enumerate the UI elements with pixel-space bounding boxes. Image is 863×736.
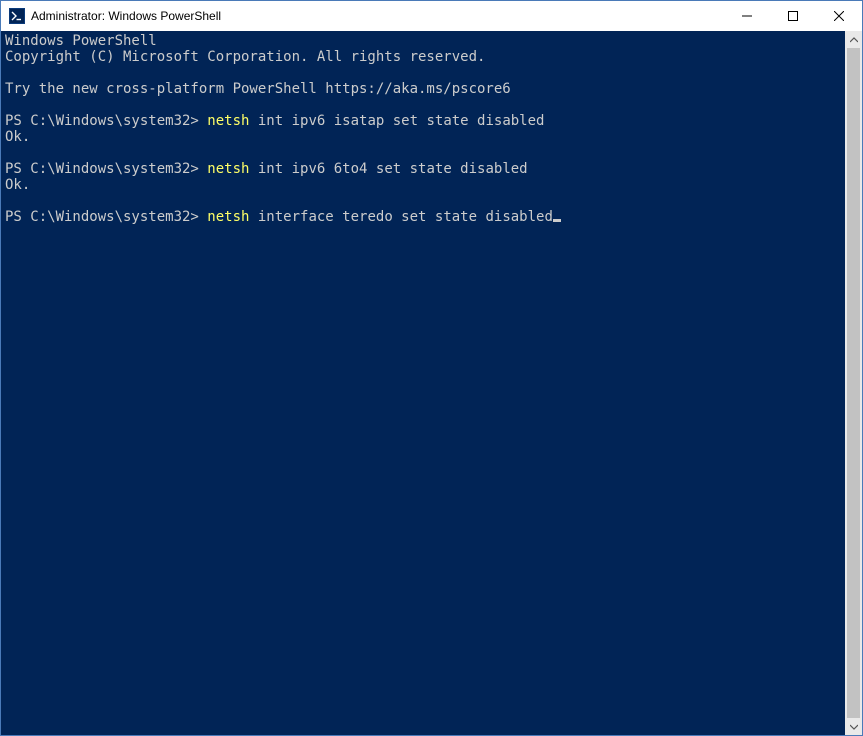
scroll-up-button[interactable] xyxy=(845,31,862,48)
powershell-icon xyxy=(9,8,25,24)
titlebar[interactable]: Administrator: Windows PowerShell xyxy=(1,1,862,31)
command-keyword: netsh xyxy=(207,113,249,129)
command-args: int ipv6 isatap set state disabled xyxy=(249,113,544,129)
output-ok: Ok. xyxy=(5,177,845,193)
terminal-area: Windows PowerShellCopyright (C) Microsof… xyxy=(1,31,862,735)
blank-line xyxy=(5,97,845,113)
scroll-track[interactable] xyxy=(845,48,862,718)
command-args: interface teredo set state disabled xyxy=(249,209,552,225)
command-line-3: PS C:\Windows\system32> netsh interface … xyxy=(5,209,845,225)
command-line-2: PS C:\Windows\system32> netsh int ipv6 6… xyxy=(5,161,845,177)
blank-line xyxy=(5,65,845,81)
window-controls xyxy=(724,1,862,31)
close-button[interactable] xyxy=(816,1,862,31)
maximize-button[interactable] xyxy=(770,1,816,31)
header-line: Windows PowerShell xyxy=(5,33,845,49)
window-title: Administrator: Windows PowerShell xyxy=(31,9,724,23)
blank-line xyxy=(5,193,845,209)
output-ok: Ok. xyxy=(5,129,845,145)
prompt: PS C:\Windows\system32> xyxy=(5,161,207,177)
powershell-window: Administrator: Windows PowerShell Window… xyxy=(0,0,863,736)
command-line-1: PS C:\Windows\system32> netsh int ipv6 i… xyxy=(5,113,845,129)
scroll-thumb[interactable] xyxy=(847,48,860,718)
command-keyword: netsh xyxy=(207,161,249,177)
blank-line xyxy=(5,145,845,161)
prompt: PS C:\Windows\system32> xyxy=(5,113,207,129)
command-args: int ipv6 6to4 set state disabled xyxy=(249,161,527,177)
prompt: PS C:\Windows\system32> xyxy=(5,209,207,225)
cursor xyxy=(553,219,561,222)
scroll-down-button[interactable] xyxy=(845,718,862,735)
minimize-button[interactable] xyxy=(724,1,770,31)
terminal[interactable]: Windows PowerShellCopyright (C) Microsof… xyxy=(1,31,845,735)
command-keyword: netsh xyxy=(207,209,249,225)
scrollbar[interactable] xyxy=(845,31,862,735)
tip-line: Try the new cross-platform PowerShell ht… xyxy=(5,81,845,97)
copyright-line: Copyright (C) Microsoft Corporation. All… xyxy=(5,49,845,65)
